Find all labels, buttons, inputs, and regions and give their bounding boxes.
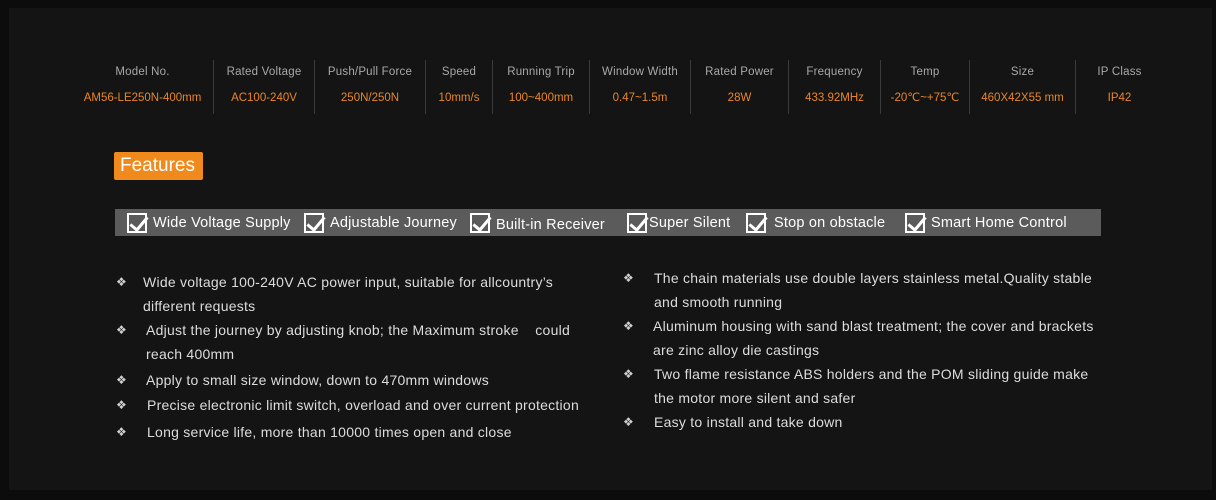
list-item: ❖ Wide voltage 100-240V AC power input, … xyxy=(116,270,616,318)
spec-value: 28W xyxy=(727,92,752,104)
spec-value: 460X42X55 mm xyxy=(981,92,1064,104)
list-item-line: The chain materials use double layers st… xyxy=(654,270,1092,286)
list-item-line: Aluminum housing with sand blast treatme… xyxy=(653,318,1094,334)
feature-item: Adjustable Journey xyxy=(304,209,457,236)
spec-size: Size 460X42X55 mm xyxy=(969,60,1075,114)
spec-label: Push/Pull Force xyxy=(327,66,413,78)
list-item-line: Adjust the journey by adjusting knob; th… xyxy=(146,322,571,338)
list-item-line: Easy to install and take down xyxy=(654,414,843,430)
list-item: ❖ Long service life, more than 10000 tim… xyxy=(116,420,616,445)
spec-value: 433.92MHz xyxy=(805,92,864,104)
spec-frequency: Frequency 433.92MHz xyxy=(788,60,880,114)
list-item: ❖ The chain materials use double layers … xyxy=(623,266,1143,314)
spec-value: IP42 xyxy=(1107,92,1132,104)
spec-model-no: Model No. AM56-LE250N-400mm xyxy=(72,60,213,114)
feature-item: Built-in Receiver xyxy=(470,209,605,236)
diamond-bullet-icon: ❖ xyxy=(116,275,128,289)
checkbox-checked-icon xyxy=(127,212,147,233)
spec-value: 0.47~1.5m xyxy=(612,92,668,104)
diamond-bullet-icon: ❖ xyxy=(623,319,635,333)
spec-label: Temp xyxy=(910,66,940,78)
list-item-line: reach 400mm xyxy=(146,346,235,362)
diamond-bullet-icon: ❖ xyxy=(116,323,128,337)
diamond-bullet-icon: ❖ xyxy=(623,271,635,285)
spec-speed: Speed 10mm/s xyxy=(425,60,492,114)
spec-temp: Temp -20℃~+75℃ xyxy=(880,60,969,114)
list-item-line: Two flame resistance ABS holders and the… xyxy=(654,366,1089,382)
feature-label: Stop on obstacle xyxy=(774,214,886,231)
spec-label: Rated Power xyxy=(705,66,774,78)
spec-window-width: Window Width 0.47~1.5m xyxy=(589,60,690,114)
list-item: ❖ Precise electronic limit switch, overl… xyxy=(116,393,616,420)
feature-item: Stop on obstacle xyxy=(746,209,885,236)
spec-label: Frequency xyxy=(806,66,863,78)
spec-rated-power: Rated Power 28W xyxy=(690,60,788,114)
feature-item: Super Silent xyxy=(627,209,730,236)
checkbox-checked-icon xyxy=(905,212,925,233)
spec-label: Speed xyxy=(441,66,477,78)
list-item-line: different requests xyxy=(143,298,256,314)
feature-label: Super Silent xyxy=(649,214,731,231)
spec-ip-class: IP Class IP42 xyxy=(1075,60,1163,114)
list-item-line: Apply to small size window, down to 470m… xyxy=(146,372,489,388)
checkbox-checked-icon xyxy=(304,212,324,233)
spec-value: AM56-LE250N-400mm xyxy=(83,92,202,104)
feature-checklist-bar: Wide Voltage Supply Adjustable Journey B… xyxy=(115,209,1101,236)
feature-label: Adjustable Journey xyxy=(330,214,457,231)
list-item: ❖ Adjust the journey by adjusting knob; … xyxy=(116,318,616,368)
spec-label: Rated Voltage xyxy=(226,66,302,78)
list-item-line: Long service life, more than 10000 times… xyxy=(147,424,512,440)
diamond-bullet-icon: ❖ xyxy=(116,398,128,412)
feature-label: Smart Home Control xyxy=(931,214,1067,231)
diamond-bullet-icon: ❖ xyxy=(623,367,635,381)
diamond-bullet-icon: ❖ xyxy=(116,425,128,439)
list-item: ❖ Aluminum housing with sand blast treat… xyxy=(623,314,1143,362)
feature-item: Wide Voltage Supply xyxy=(127,209,291,236)
spec-value: AC100-240V xyxy=(231,92,297,104)
feature-label: Built-in Receiver xyxy=(496,216,605,233)
list-item: ❖ Apply to small size window, down to 47… xyxy=(116,368,616,393)
checkbox-checked-icon xyxy=(746,212,766,233)
checkbox-checked-icon xyxy=(627,212,647,233)
spec-rated-voltage: Rated Voltage AC100-240V xyxy=(213,60,314,114)
list-item-line: the motor more silent and safer xyxy=(654,390,856,406)
spec-label: IP Class xyxy=(1097,66,1142,78)
features-list-right: ❖ The chain materials use double layers … xyxy=(623,266,1143,435)
list-item: ❖ Easy to install and take down xyxy=(623,410,1143,435)
list-item-line: Precise electronic limit switch, overloa… xyxy=(147,397,579,413)
diamond-bullet-icon: ❖ xyxy=(623,415,635,429)
spec-value: -20℃~+75℃ xyxy=(890,92,960,104)
diamond-bullet-icon: ❖ xyxy=(116,373,128,387)
list-item-line: are zinc alloy die castings xyxy=(653,342,820,358)
features-list-left: ❖ Wide voltage 100-240V AC power input, … xyxy=(116,270,616,445)
spec-label: Window Width xyxy=(602,66,678,78)
features-heading: Features xyxy=(114,152,203,180)
list-item-line: and smooth running xyxy=(654,294,783,310)
spec-value: 250N/250N xyxy=(340,92,400,104)
list-item-line: Wide voltage 100-240V AC power input, su… xyxy=(143,274,554,290)
list-item: ❖ Two flame resistance ABS holders and t… xyxy=(623,362,1143,410)
feature-label: Wide Voltage Supply xyxy=(153,214,291,231)
spec-label: Model No. xyxy=(115,66,170,78)
spec-value: 10mm/s xyxy=(438,92,480,104)
spec-label: Size xyxy=(1010,66,1035,78)
feature-item: Smart Home Control xyxy=(905,209,1067,236)
spec-push-pull-force: Push/Pull Force 250N/250N xyxy=(314,60,425,114)
spec-value: 100~400mm xyxy=(508,92,574,104)
spec-label: Running Trip xyxy=(507,66,575,78)
spec-table: Model No. AM56-LE250N-400mm Rated Voltag… xyxy=(72,60,1163,114)
checkbox-checked-icon xyxy=(470,212,490,233)
spec-running-trip: Running Trip 100~400mm xyxy=(492,60,589,114)
